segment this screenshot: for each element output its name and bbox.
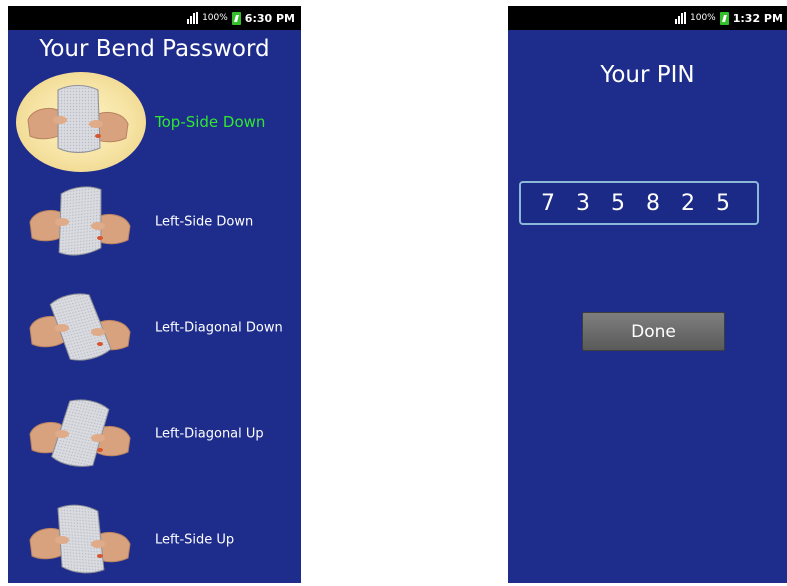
bend-gesture-photo xyxy=(29,504,131,574)
gesture-list-item[interactable]: Left-Side Up xyxy=(8,490,301,583)
gesture-label: Top-Side Down xyxy=(155,113,266,131)
gesture-list-item[interactable]: Left-Side Down xyxy=(8,172,301,272)
gesture-label: Left-Side Up xyxy=(155,532,235,548)
battery-charging-icon xyxy=(719,11,729,25)
status-time: 6:30 PM xyxy=(244,11,295,25)
bend-gesture-photo xyxy=(29,186,131,256)
bend-gesture-photo xyxy=(29,399,131,467)
pin-display: 7 3 5 8 2 5 xyxy=(519,181,759,225)
pin-value: 7 3 5 8 2 5 xyxy=(541,190,737,216)
gesture-list-item[interactable]: Top-Side Down xyxy=(8,72,301,172)
bend-password-screen: 100% 6:30 PM Your Bend Password Top-Side… xyxy=(8,6,301,583)
signal-icon xyxy=(675,12,686,24)
gesture-list-item[interactable]: Left-Diagonal Up xyxy=(8,384,301,484)
page-title: Your Bend Password xyxy=(39,36,270,62)
gesture-label: Left-Diagonal Down xyxy=(155,320,283,336)
status-bar: 100% 1:32 PM xyxy=(508,6,787,30)
battery-percent: 100% xyxy=(202,13,228,23)
bend-gesture-photo xyxy=(27,85,129,153)
bend-gesture-photo xyxy=(29,293,131,361)
gesture-list-item[interactable]: Left-Diagonal Down xyxy=(8,278,301,378)
gesture-label: Left-Diagonal Up xyxy=(155,426,264,442)
status-bar: 100% 6:30 PM xyxy=(8,6,301,30)
battery-percent: 100% xyxy=(690,13,716,23)
done-button[interactable]: Done xyxy=(582,312,725,351)
pin-screen: 100% 1:32 PM Your PIN 7 3 5 8 2 5 Done xyxy=(508,6,787,583)
gesture-label: Left-Side Down xyxy=(155,214,254,230)
status-time: 1:32 PM xyxy=(732,11,783,25)
signal-icon xyxy=(187,12,199,24)
battery-charging-icon xyxy=(231,11,241,25)
page-title: Your PIN xyxy=(600,62,695,88)
